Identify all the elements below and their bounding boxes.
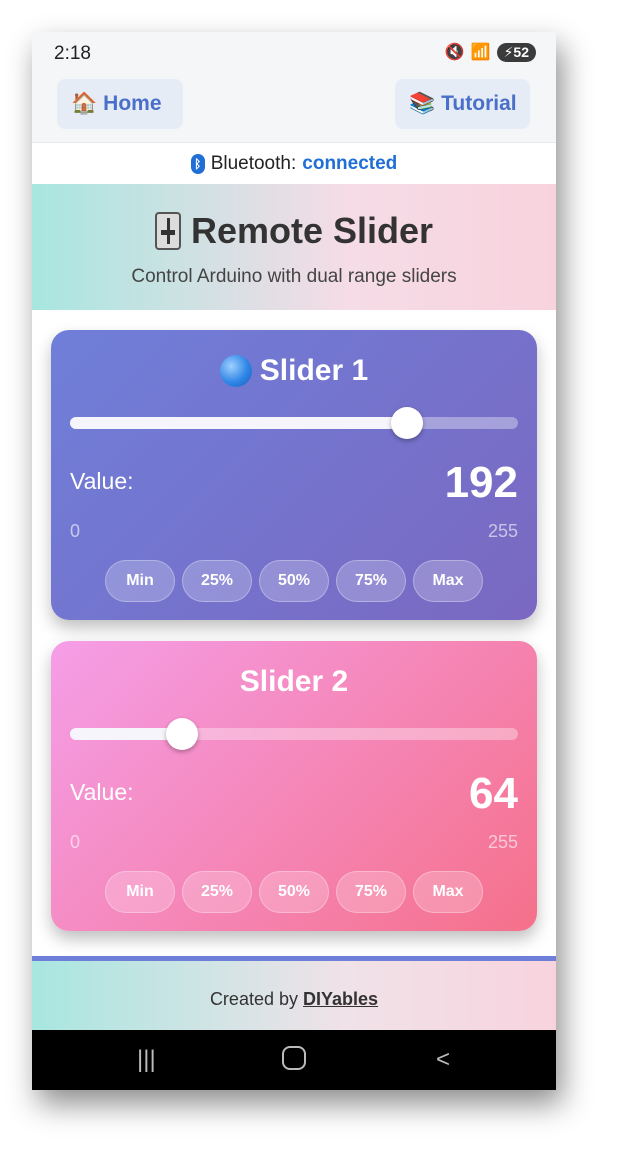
phone-screen: 2:18 🔇 📶 ⚡52 🏠 Home 📚 Tutorial ᛒ Bluetoo…: [32, 32, 556, 1090]
slider-2-preset-50[interactable]: 50%: [259, 871, 329, 913]
slider-1-preset-max[interactable]: Max: [413, 560, 483, 602]
bluetooth-state: connected: [302, 153, 398, 174]
slider-1-presets: Min 25% 50% 75% Max: [105, 560, 483, 602]
slider-2-title-text: Slider 2: [239, 665, 349, 698]
status-bar: 2:18 🔇 📶 ⚡52: [32, 32, 556, 74]
slider-2-preset-25[interactable]: 25%: [182, 871, 252, 913]
slider-1-title-text: Slider 1: [259, 354, 369, 387]
slider-2-preset-max[interactable]: Max: [413, 871, 483, 913]
page-footer: Created by DIYables: [32, 956, 556, 1030]
slider-1-preset-50[interactable]: 50%: [259, 560, 329, 602]
slider-1-min: 0: [70, 521, 81, 541]
fader-icon: [154, 212, 181, 250]
page-header: Remote Slider Control Arduino with dual …: [32, 184, 556, 310]
slider-1-preset-75[interactable]: 75%: [336, 560, 406, 602]
battery-icon: ⚡52: [496, 42, 536, 62]
battery-level: 52: [513, 43, 529, 60]
slider-1-track[interactable]: [70, 407, 518, 439]
slider-2-preset-75[interactable]: 75%: [336, 871, 406, 913]
slider-2-value: 64: [469, 769, 518, 818]
bluetooth-label: Bluetooth:: [210, 153, 297, 174]
home-button[interactable]: 🏠 Home: [57, 79, 183, 129]
page-title-text: Remote Slider: [190, 210, 434, 251]
slider-1-fill: [70, 417, 408, 429]
slider-2-max: 255: [487, 832, 518, 852]
slider-1-preset-25[interactable]: 25%: [182, 560, 252, 602]
home-key-icon[interactable]: [282, 1046, 306, 1070]
house-icon: 🏠: [71, 92, 98, 115]
slider-2-value-label: Value:: [70, 779, 134, 805]
slider-2-thumb[interactable]: [166, 718, 199, 750]
tutorial-label: Tutorial: [441, 92, 517, 115]
back-icon[interactable]: <: [436, 1046, 450, 1074]
slider-2-preset-min[interactable]: Min: [105, 871, 175, 913]
slider-card-1: Slider 1 Value: 192 0 255 Min 25% 50% 75…: [51, 330, 537, 620]
diyables-link[interactable]: DIYables: [303, 989, 378, 1009]
recents-icon[interactable]: |||: [137, 1046, 156, 1074]
slider-card-2: Slider 2 Value: 64 0 255 Min 25% 50% 75%…: [51, 641, 537, 931]
slider-1-preset-min[interactable]: Min: [105, 560, 175, 602]
slider-panel: Slider 1 Value: 192 0 255 Min 25% 50% 75…: [32, 310, 556, 956]
bluetooth-icon: ᛒ: [190, 154, 205, 174]
slider-2-track[interactable]: [70, 718, 518, 750]
tutorial-button[interactable]: 📚 Tutorial: [395, 79, 530, 129]
slider-2-presets: Min 25% 50% 75% Max: [105, 871, 483, 913]
status-time: 2:18: [54, 43, 91, 64]
page-title: Remote Slider: [32, 210, 556, 252]
top-nav: 🏠 Home 📚 Tutorial: [32, 74, 556, 142]
page-subtitle: Control Arduino with dual range sliders: [131, 266, 457, 287]
slider-2-title: Slider 2: [51, 665, 537, 699]
slider-1-title: Slider 1: [51, 354, 537, 388]
slider-2-min: 0: [70, 832, 81, 852]
slider-1-value: 192: [444, 458, 518, 507]
bluetooth-status: ᛒ Bluetooth: connected: [32, 142, 556, 185]
slider-1-max: 255: [487, 521, 518, 541]
blue-circle-icon: [219, 355, 252, 387]
wifi-icon: 📶: [470, 44, 491, 61]
home-label: Home: [103, 92, 162, 115]
slider-1-thumb[interactable]: [391, 407, 424, 439]
mute-icon: 🔇: [444, 44, 465, 61]
status-icons: 🔇 📶 ⚡52: [445, 42, 536, 62]
footer-prefix: Created by: [209, 989, 298, 1009]
books-icon: 📚: [409, 92, 436, 115]
slider-1-value-label: Value:: [70, 468, 134, 494]
footer-credit: Created by DIYables: [32, 989, 556, 1010]
system-nav-bar: ||| <: [32, 1030, 556, 1090]
